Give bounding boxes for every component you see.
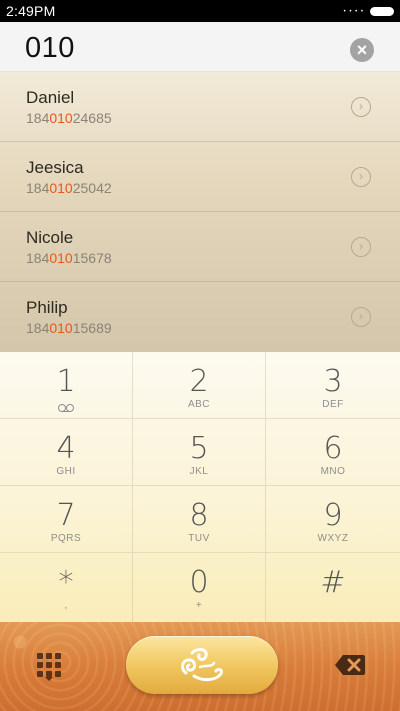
number-match: 010 [49, 250, 73, 266]
contact-row[interactable]: Philip 18401015689 › [0, 282, 400, 352]
key-digit: 5 [189, 431, 209, 466]
contact-row[interactable]: Nicole 18401015678 › [0, 212, 400, 282]
key-letters: + [195, 600, 203, 611]
key-2[interactable]: 2 ABC [133, 352, 266, 419]
dialpad-grid-icon[interactable] [37, 653, 61, 677]
call-button[interactable] [126, 636, 278, 694]
number-prefix: 184 [26, 180, 50, 196]
contact-name: Daniel [26, 88, 75, 107]
key-letters: TUV [188, 533, 210, 544]
chevron-right-icon[interactable]: › [351, 237, 371, 257]
key-1[interactable]: 1 [0, 352, 133, 419]
key-hash[interactable]: # [266, 553, 400, 622]
voicemail-icon [57, 404, 75, 412]
key-0[interactable]: 0 + [133, 553, 266, 622]
chevron-right-icon[interactable]: › [351, 307, 371, 327]
key-digit: 6 [323, 431, 343, 466]
number-prefix: 184 [26, 250, 50, 266]
dialed-number[interactable]: 010 [25, 32, 75, 65]
dialpad: 1 2 ABC 3 DEF 4 GHI 5 JKL 6 MNO 7 PQRS 8… [0, 352, 400, 622]
status-bar: 2:49PM • • • • [0, 0, 400, 22]
key-digit: 2 [189, 364, 209, 399]
contact-number: 18401024685 [26, 110, 112, 126]
key-digit: 9 [323, 498, 343, 533]
key-letters: ABC [187, 399, 211, 410]
contact-row[interactable]: Jeesica 18401025042 › [0, 142, 400, 212]
key-digit: 1 [56, 364, 76, 399]
key-7[interactable]: 7 PQRS [0, 486, 133, 553]
number-suffix: 25042 [72, 180, 112, 196]
number-prefix: 184 [26, 110, 50, 126]
key-9[interactable]: 9 WXYZ [266, 486, 400, 553]
clear-icon[interactable]: × [350, 38, 374, 62]
call-ornament-icon [181, 647, 223, 682]
key-letters: MNO [320, 466, 346, 477]
backspace-icon[interactable] [334, 654, 366, 676]
contact-results: Daniel 18401024685 › Jeesica 18401025042… [0, 72, 400, 352]
key-5[interactable]: 5 JKL [133, 419, 266, 486]
key-6[interactable]: 6 MNO [266, 419, 400, 486]
number-match: 010 [49, 320, 73, 336]
number-match: 010 [49, 110, 73, 126]
contact-number: 18401015678 [26, 250, 112, 266]
contact-name: Jeesica [26, 158, 84, 177]
chevron-right-icon[interactable]: › [351, 97, 371, 117]
key-digit: # [320, 565, 346, 600]
key-digit: 8 [189, 498, 209, 533]
key-letters: DEF [322, 399, 344, 410]
key-3[interactable]: 3 DEF [266, 352, 400, 419]
dial-search-bar: 010 × [0, 22, 400, 72]
key-4[interactable]: 4 GHI [0, 419, 133, 486]
chevron-right-icon[interactable]: › [351, 167, 371, 187]
number-suffix: 15678 [72, 250, 112, 266]
contact-number: 18401015689 [26, 320, 112, 336]
key-star[interactable]: * , [0, 553, 133, 622]
key-8[interactable]: 8 TUV [133, 486, 266, 553]
chevron-down-icon [45, 677, 53, 681]
dialer-action-bar [0, 622, 400, 711]
signal-icon: • • • • [343, 9, 364, 15]
number-suffix: 15689 [72, 320, 112, 336]
key-letters: GHI [56, 466, 76, 477]
key-letters: PQRS [50, 533, 82, 544]
key-digit: 7 [56, 498, 76, 533]
key-letters: WXYZ [317, 533, 349, 544]
battery-icon [370, 7, 394, 16]
key-digit: * [58, 565, 74, 600]
contact-row[interactable]: Daniel 18401024685 › [0, 72, 400, 142]
contact-name: Philip [26, 298, 68, 317]
number-suffix: 24685 [72, 110, 112, 126]
number-match: 010 [49, 180, 73, 196]
status-time: 2:49PM [6, 3, 56, 19]
key-digit: 3 [323, 364, 343, 399]
contact-number: 18401025042 [26, 180, 112, 196]
key-digit: 0 [189, 565, 209, 600]
key-letters: JKL [189, 466, 209, 477]
key-letters: , [64, 600, 68, 611]
key-digit: 4 [56, 431, 76, 466]
number-prefix: 184 [26, 320, 50, 336]
contact-name: Nicole [26, 228, 74, 247]
